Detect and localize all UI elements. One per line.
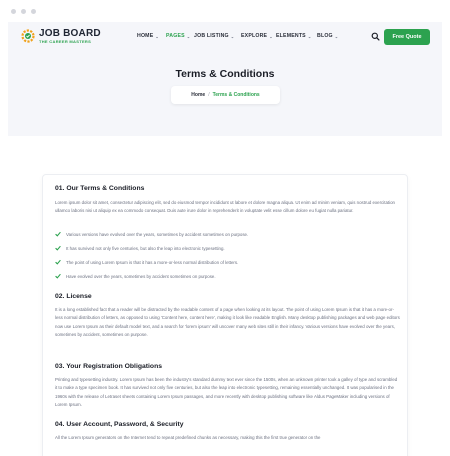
section-title: 01. Our Terms & Conditions (55, 185, 145, 192)
nav-label: EXPLORE (241, 33, 268, 39)
check-icon (55, 259, 61, 265)
nav-label: PAGES (166, 33, 185, 39)
page-title: Terms & Conditions (175, 68, 275, 80)
breadcrumb-home-link[interactable]: Home (191, 92, 205, 98)
section-body: It is a long established fact that a rea… (55, 307, 400, 338)
list-item: It has survived not only five centuries,… (55, 245, 225, 251)
check-icon (55, 273, 61, 279)
list-item-text: Have evolved over the years, sometimes b… (66, 273, 216, 279)
list-item-text: Various versions have evolved over the y… (66, 231, 249, 237)
nav-job-listing[interactable]: JOB LISTING ⌄ (194, 33, 234, 39)
nav-explore[interactable]: EXPLORE ⌄ (241, 33, 273, 39)
window-dot (31, 8, 36, 14)
nav-pages[interactable]: PAGES ⌄ (166, 33, 190, 39)
nav-label: BLOG (317, 33, 333, 39)
gear-logo-icon (21, 29, 35, 43)
list-item: Various versions have evolved over the y… (55, 231, 248, 237)
breadcrumb-separator: / (208, 92, 210, 98)
section-title: 02. License (55, 293, 92, 300)
nav-label: JOB LISTING (194, 33, 229, 39)
nav-home[interactable]: HOME ⌄ (137, 33, 159, 39)
logo[interactable]: JOB BOARD THE CAREER MASTERS (20, 28, 101, 44)
list-item: Have evolved over the years, sometimes b… (55, 273, 216, 279)
chevron-down-icon: ⌄ (334, 33, 339, 39)
section-body: Lorem ipsum dolor sit amet, consectetur … (55, 200, 395, 214)
window-dot (11, 8, 16, 14)
nav-elements[interactable]: ELEMENTS ⌄ (276, 33, 311, 39)
section-title: 04. User Account, Password, & Security (55, 421, 184, 428)
brand-subtitle: THE CAREER MASTERS (39, 38, 92, 44)
chevron-down-icon: ⌄ (307, 33, 312, 39)
chevron-down-icon: ⌄ (230, 33, 235, 39)
nav-blog[interactable]: BLOG ⌄ (317, 33, 338, 39)
navbar: JOB BOARD THE CAREER MASTERS HOME ⌄ PAGES… (8, 22, 442, 52)
nav-label: ELEMENTS (276, 33, 306, 39)
list-item-text: It has survived not only five centuries,… (66, 245, 225, 251)
section-title: 03. Your Registration Obligations (55, 363, 163, 370)
brand-title: JOB BOARD (39, 27, 101, 39)
window-dot (21, 8, 26, 14)
section-body: All the Lorem Ipsum generators on the In… (55, 435, 321, 440)
chevron-down-icon: ⌄ (269, 33, 273, 39)
terms-card: 01. Our Terms & Conditions Lorem ipsum d… (42, 174, 408, 456)
breadcrumb-current: Terms & Conditions (212, 92, 260, 98)
free-quote-button[interactable]: Free Quote (384, 29, 430, 45)
chevron-down-icon: ⌄ (186, 33, 191, 39)
check-icon (55, 245, 61, 251)
nav-label: HOME (137, 33, 154, 39)
breadcrumb: Home / Terms & Conditions (171, 86, 280, 104)
window-controls (0, 0, 450, 22)
list-item-text: The point of using Lorem Ipsum is that i… (66, 259, 239, 265)
chevron-down-icon: ⌄ (155, 33, 159, 39)
hero-banner: JOB BOARD THE CAREER MASTERS HOME ⌄ PAGES… (8, 22, 442, 136)
check-icon (55, 231, 61, 237)
list-item: The point of using Lorem Ipsum is that i… (55, 259, 238, 265)
page: JOB BOARD THE CAREER MASTERS HOME ⌄ PAGES… (8, 22, 442, 456)
section-body: Printing and typesetting industry. Lorem… (55, 377, 398, 408)
search-icon[interactable] (371, 32, 380, 41)
